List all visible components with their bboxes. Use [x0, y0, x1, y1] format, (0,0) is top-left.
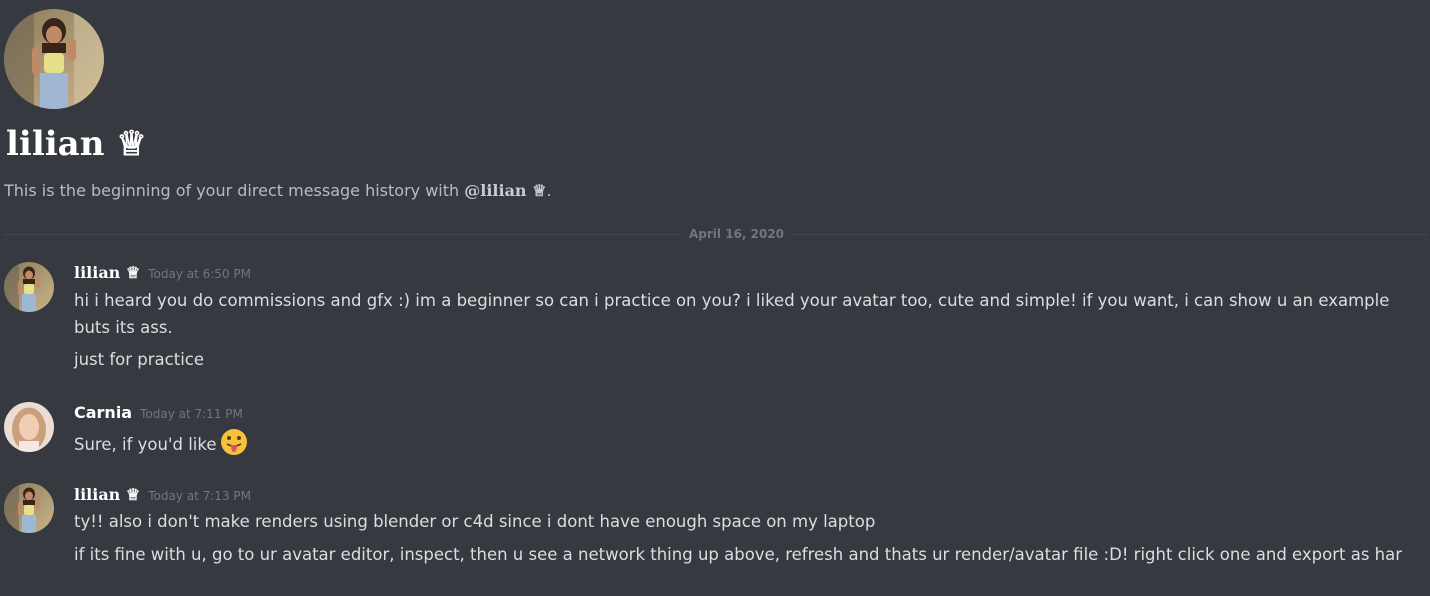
message-timestamp: Today at 7:11 PM	[140, 407, 243, 421]
message-text: ty!! also i don't make renders using ble…	[74, 512, 876, 531]
message-header: lilian ♕ Today at 7:13 PM	[74, 484, 251, 506]
message-avatar-lilian[interactable]	[4, 483, 54, 533]
profile-name: lilian ♕	[6, 124, 147, 164]
dm-channel: lilian ♕ This is the beginning of your d…	[0, 0, 1430, 596]
intro-suffix: .	[546, 181, 552, 200]
tongue-out-emoji[interactable]	[219, 427, 249, 457]
message-avatar-carnia[interactable]	[4, 402, 54, 452]
message-text: Sure, if you'd like	[74, 427, 1419, 458]
message-text: hi i heard you do commissions and gfx :)…	[74, 291, 1390, 337]
message-text: just for practice	[74, 350, 205, 369]
message-timestamp: Today at 7:13 PM	[148, 489, 251, 503]
message-author[interactable]: lilian ♕	[74, 262, 140, 284]
date-divider-label: April 16, 2020	[683, 226, 791, 242]
message-avatar-lilian[interactable]	[4, 262, 54, 312]
message-author[interactable]: Carnia	[74, 402, 132, 424]
message-text: if its fine with u, go to ur avatar edit…	[74, 545, 1403, 564]
user-mention[interactable]: @lilian ♕	[464, 181, 546, 200]
profile-avatar[interactable]	[4, 9, 104, 109]
message-timestamp: Today at 6:50 PM	[148, 267, 251, 281]
message-header: Carnia Today at 7:11 PM	[74, 402, 243, 424]
dm-intro-text: This is the beginning of your direct mes…	[4, 180, 552, 202]
message-author[interactable]: lilian ♕	[74, 484, 140, 506]
message-header: lilian ♕ Today at 6:50 PM	[74, 262, 251, 284]
intro-prefix: This is the beginning of your direct mes…	[4, 181, 465, 200]
message-text-content: Sure, if you'd like	[74, 435, 217, 454]
